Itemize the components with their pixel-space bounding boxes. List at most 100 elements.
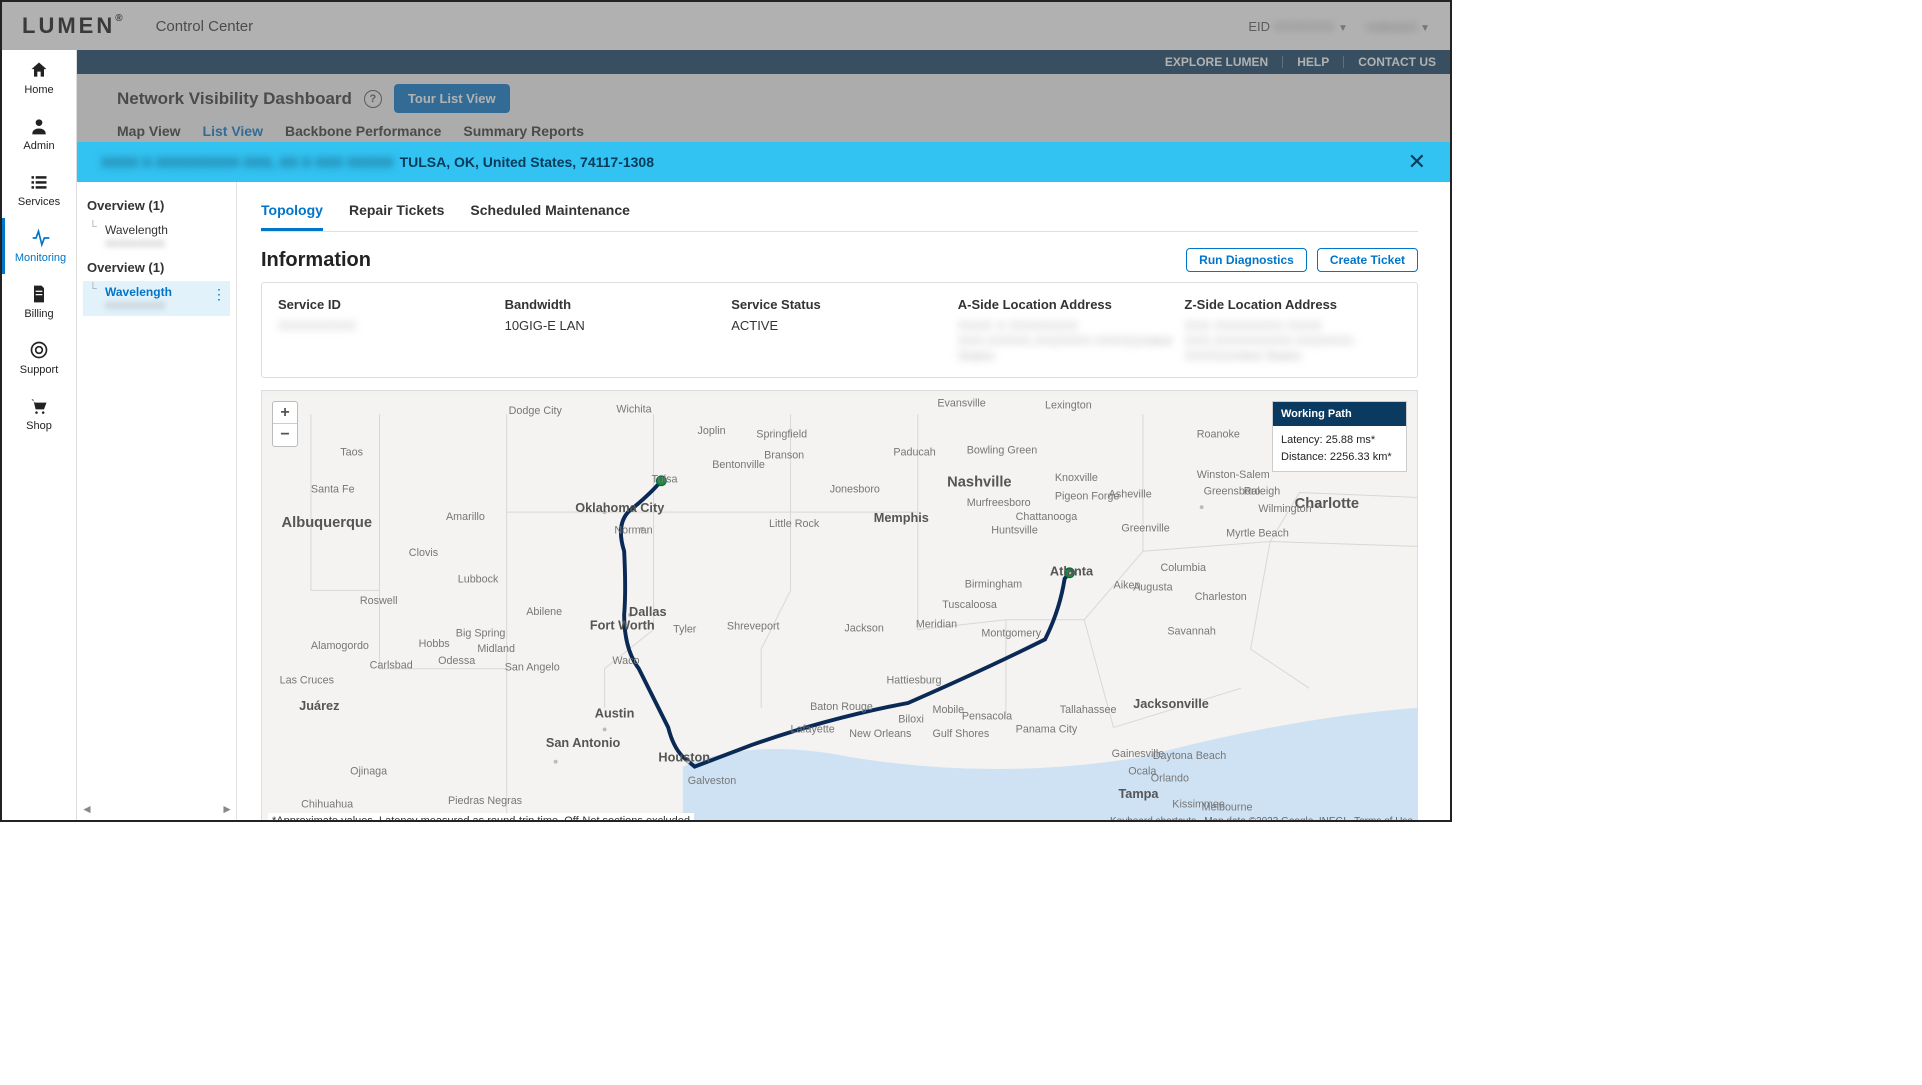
svg-text:Orlando: Orlando <box>1151 772 1189 784</box>
create-ticket-button[interactable]: Create Ticket <box>1317 248 1418 272</box>
tab-list-view[interactable]: List View <box>203 123 263 139</box>
sidebar-item-home[interactable]: Home <box>2 50 76 106</box>
close-icon[interactable]: ✕ <box>1408 149 1426 175</box>
main-content: Topology Repair Tickets Scheduled Mainte… <box>237 182 1450 820</box>
svg-text:Lubbock: Lubbock <box>458 574 499 586</box>
svg-text:Pensacola: Pensacola <box>962 711 1012 723</box>
content-tabs: Topology Repair Tickets Scheduled Mainte… <box>261 196 1418 232</box>
svg-text:Chihuahua: Chihuahua <box>301 799 353 811</box>
logo: LUMEN® <box>22 13 126 39</box>
label-bandwidth: Bandwidth <box>505 297 722 312</box>
svg-text:Midland: Midland <box>477 643 515 655</box>
svg-text:Tyler: Tyler <box>673 624 697 636</box>
sidebar-item-services[interactable]: Services <box>2 162 76 218</box>
svg-text:Wilmington: Wilmington <box>1258 503 1311 515</box>
svg-text:Atlanta: Atlanta <box>1050 564 1094 579</box>
svg-text:Greenville: Greenville <box>1121 523 1169 535</box>
tab-repair-tickets[interactable]: Repair Tickets <box>349 196 444 231</box>
svg-text:Baton Rouge: Baton Rouge <box>810 701 873 713</box>
cart-icon <box>29 396 49 416</box>
svg-text:Shreveport: Shreveport <box>727 621 780 633</box>
topology-map[interactable]: Albuquerque Oklahoma City Dallas Fort Wo… <box>261 390 1418 820</box>
product-name: Control Center <box>156 18 254 35</box>
svg-text:Tallahassee: Tallahassee <box>1060 704 1117 716</box>
svg-text:New Orleans: New Orleans <box>849 728 911 740</box>
arrow-left-icon[interactable]: ◄ <box>81 802 93 816</box>
legend-distance: Distance: 2256.33 km* <box>1281 449 1398 466</box>
tree-group-2[interactable]: Overview (1) <box>83 254 230 281</box>
attr-keyboard[interactable]: Keyboard shortcuts <box>1110 816 1196 820</box>
svg-text:Chattanooga: Chattanooga <box>1016 511 1078 523</box>
sidebar-item-billing[interactable]: Billing <box>2 274 76 330</box>
run-diagnostics-button[interactable]: Run Diagnostics <box>1186 248 1307 272</box>
value-z-side: XXX XXXXXXXX XXXX XXX,XXXXXXXXX,XX(XXXX-… <box>1184 318 1401 363</box>
svg-text:Bentonville: Bentonville <box>712 459 765 471</box>
info-heading: Information <box>261 249 371 272</box>
svg-text:Albuquerque: Albuquerque <box>282 515 372 531</box>
svg-text:Fort Worth: Fort Worth <box>590 618 655 633</box>
legend-title: Working Path <box>1273 402 1406 426</box>
tree-scroll-arrows: ◄► <box>77 802 237 816</box>
svg-text:Charleston: Charleston <box>1195 591 1247 603</box>
zoom-control: + − <box>272 401 298 447</box>
svg-text:San Angelo: San Angelo <box>505 662 560 674</box>
tab-scheduled-maintenance[interactable]: Scheduled Maintenance <box>470 196 629 231</box>
map-footnote: *Approximate values. Latency measured as… <box>268 813 694 820</box>
svg-text:Augusta: Augusta <box>1133 581 1172 593</box>
nav-contact[interactable]: CONTACT US <box>1358 55 1436 69</box>
svg-text:Hobbs: Hobbs <box>419 638 450 650</box>
sidebar-item-shop[interactable]: Shop <box>2 386 76 442</box>
svg-text:Carlsbad: Carlsbad <box>370 660 413 672</box>
tree-group-1[interactable]: Overview (1) <box>83 192 230 219</box>
help-icon[interactable]: ? <box>364 90 382 108</box>
svg-text:Biloxi: Biloxi <box>898 714 924 726</box>
svg-text:Big Spring: Big Spring <box>456 627 506 639</box>
svg-text:Nashville: Nashville <box>947 475 1011 491</box>
label-a-side: A-Side Location Address <box>958 297 1175 312</box>
svg-text:Evansville: Evansville <box>937 397 985 409</box>
user-dropdown[interactable]: redacted ▼ <box>1366 19 1430 34</box>
svg-text:Montgomery: Montgomery <box>981 627 1041 639</box>
svg-text:Springfield: Springfield <box>756 429 807 441</box>
tab-topology[interactable]: Topology <box>261 196 323 231</box>
support-icon <box>29 340 49 360</box>
sidebar-item-support[interactable]: Support <box>2 330 76 386</box>
svg-text:Juárez: Juárez <box>299 698 339 713</box>
eid-dropdown[interactable]: EID XXXXXXX ▼ <box>1248 19 1348 34</box>
util-nav: EXPLORE LUMEN HELP CONTACT US <box>2 50 1450 74</box>
svg-text:Bowling Green: Bowling Green <box>967 444 1038 456</box>
svg-text:Austin: Austin <box>595 706 635 721</box>
svg-text:Ocala: Ocala <box>1128 765 1156 777</box>
svg-text:Norman: Norman <box>614 525 652 537</box>
svg-text:Hattiesburg: Hattiesburg <box>886 674 941 686</box>
tab-summary[interactable]: Summary Reports <box>463 123 584 139</box>
sidebar-item-monitoring[interactable]: Monitoring <box>2 218 76 274</box>
svg-text:Wichita: Wichita <box>616 403 651 415</box>
legend-panel: Working Path Latency: 25.88 ms* Distance… <box>1272 401 1407 472</box>
arrow-right-icon[interactable]: ► <box>221 802 233 816</box>
map-svg: Albuquerque Oklahoma City Dallas Fort Wo… <box>262 391 1417 820</box>
nav-explore[interactable]: EXPLORE LUMEN <box>1165 55 1268 69</box>
svg-text:Mobile: Mobile <box>932 704 964 716</box>
user-icon <box>29 116 49 136</box>
nav-help[interactable]: HELP <box>1297 55 1329 69</box>
svg-text:Knoxville: Knoxville <box>1055 472 1098 484</box>
legend-latency: Latency: 25.88 ms* <box>1281 432 1398 449</box>
tour-button[interactable]: Tour List View <box>394 84 510 113</box>
zoom-in-button[interactable]: + <box>273 402 297 424</box>
sidebar-item-admin[interactable]: Admin <box>2 106 76 162</box>
tree-item-wavelength-2[interactable]: Wavelength XXXXXXXXX ⋮ <box>83 281 230 316</box>
label-status: Service Status <box>731 297 948 312</box>
tab-backbone[interactable]: Backbone Performance <box>285 123 441 139</box>
svg-text:Pigeon Forge: Pigeon Forge <box>1055 490 1120 502</box>
svg-text:Ojinaga: Ojinaga <box>350 765 387 777</box>
kebab-icon[interactable]: ⋮ <box>212 287 226 301</box>
chevron-down-icon: ▼ <box>1420 23 1430 34</box>
svg-text:Houston: Houston <box>658 750 710 765</box>
tree-item-wavelength-1[interactable]: Wavelength XXXXXXXXX <box>83 219 230 254</box>
value-bandwidth: 10GIG-E LAN <box>505 318 722 333</box>
zoom-out-button[interactable]: − <box>273 424 297 446</box>
tree-panel: Overview (1) Wavelength XXXXXXXXX Overvi… <box>77 182 237 820</box>
attr-terms[interactable]: Terms of Use <box>1354 816 1413 820</box>
tab-map-view[interactable]: Map View <box>117 123 181 139</box>
